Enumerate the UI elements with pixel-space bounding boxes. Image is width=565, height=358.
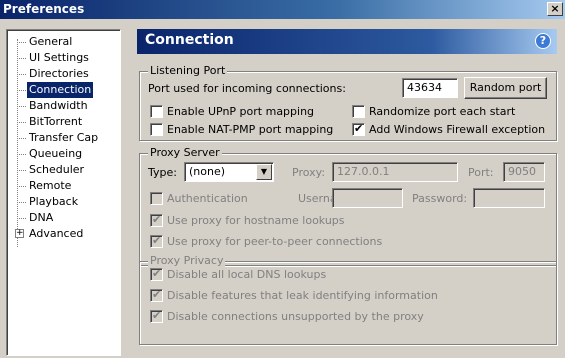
checkmark-icon: ✔ bbox=[152, 213, 162, 226]
tree-branch bbox=[15, 114, 26, 130]
password-label: Password: bbox=[412, 192, 468, 205]
proxy-host-label: Proxy: bbox=[292, 166, 326, 179]
help-icon[interactable]: ? bbox=[535, 33, 551, 49]
tree-branch bbox=[15, 82, 26, 98]
tree-branch bbox=[15, 98, 26, 114]
page-title: Connection bbox=[145, 32, 234, 48]
sidebar-item-label: Advanced bbox=[29, 227, 84, 240]
tree-branch bbox=[15, 50, 26, 66]
close-button[interactable]: × bbox=[547, 2, 563, 16]
port-label: Port used for incoming connections: bbox=[148, 82, 346, 95]
disable-leak-features-label: Disable features that leak identifying i… bbox=[167, 289, 438, 302]
group-legend: Listening Port bbox=[148, 64, 228, 77]
listening-port-group: Listening Port Port used for incoming co… bbox=[139, 64, 557, 141]
disable-unsupported-checkbox[interactable]: ✔ bbox=[150, 309, 163, 323]
natpmp-label: Enable NAT-PMP port mapping bbox=[167, 123, 334, 136]
chevron-down-icon[interactable]: ▼ bbox=[256, 164, 272, 180]
proxy-type-value: (none) bbox=[189, 165, 226, 178]
proxy-type-label: Type: bbox=[148, 166, 177, 179]
firewall-label: Add Windows Firewall exception bbox=[369, 123, 546, 136]
disable-dns-checkbox[interactable]: ✔ bbox=[150, 267, 163, 281]
proxy-server-group: Proxy Server Type: (none) ▼ Proxy: 127.0… bbox=[139, 146, 557, 266]
checkmark-icon: ✔ bbox=[152, 288, 162, 301]
sidebar-item-label: Playback bbox=[29, 195, 79, 208]
page-header: Connection ? bbox=[137, 29, 557, 54]
dialog-body: General UI Settings Directories Connecti… bbox=[0, 19, 565, 358]
sidebar-item-label: Directories bbox=[29, 67, 89, 80]
sidebar-item-label: DNA bbox=[29, 211, 54, 224]
checkmark-icon: ✔ bbox=[354, 122, 364, 135]
proxy-port-label: Port: bbox=[468, 166, 494, 179]
tree-branch bbox=[15, 66, 26, 82]
randomize-port-label: Randomize port each start bbox=[369, 105, 516, 118]
tree-branch bbox=[15, 34, 26, 50]
natpmp-checkbox[interactable] bbox=[150, 123, 163, 136]
sidebar-item-label: General bbox=[29, 35, 73, 48]
username-input[interactable] bbox=[332, 188, 403, 208]
tree-branch bbox=[15, 210, 26, 226]
checkmark-icon: ✔ bbox=[152, 267, 162, 280]
sidebar-item-label: BitTorrent bbox=[29, 115, 83, 128]
sidebar-item-label: Queueing bbox=[29, 147, 83, 160]
tree-branch bbox=[15, 146, 26, 162]
sidebar-item-label: Bandwidth bbox=[29, 99, 88, 112]
proxy-hostname-checkbox[interactable]: ✔ bbox=[150, 213, 163, 227]
upnp-label: Enable UPnP port mapping bbox=[167, 105, 315, 118]
sidebar-item-label: Transfer Cap bbox=[29, 131, 99, 144]
password-input[interactable] bbox=[473, 188, 545, 208]
category-tree[interactable]: General UI Settings Directories Connecti… bbox=[6, 29, 121, 356]
firewall-checkbox[interactable]: ✔ bbox=[352, 122, 365, 136]
sidebar-item-label: Scheduler bbox=[29, 163, 85, 176]
group-legend: Proxy Privacy bbox=[148, 254, 226, 267]
expand-plus-icon[interactable]: + bbox=[15, 229, 24, 238]
random-port-button[interactable]: Random port bbox=[464, 77, 547, 99]
title-bar: Preferences × bbox=[0, 0, 565, 19]
authentication-checkbox[interactable] bbox=[150, 192, 163, 205]
checkmark-icon: ✔ bbox=[152, 309, 162, 322]
disable-leak-features-checkbox[interactable]: ✔ bbox=[150, 288, 163, 302]
disable-dns-label: Disable all local DNS lookups bbox=[167, 268, 327, 281]
proxy-p2p-label: Use proxy for peer-to-peer connections bbox=[167, 235, 383, 248]
proxy-privacy-group: Proxy Privacy ✔ Disable all local DNS lo… bbox=[139, 254, 557, 345]
sidebar-item-label: Connection bbox=[27, 82, 94, 98]
checkmark-icon: ✔ bbox=[152, 234, 162, 247]
window-title: Preferences bbox=[3, 2, 85, 16]
authentication-label: Authentication bbox=[167, 192, 248, 205]
group-legend: Proxy Server bbox=[148, 146, 222, 159]
disable-unsupported-label: Disable connections unsupported by the p… bbox=[167, 310, 424, 323]
sidebar-item-label: UI Settings bbox=[29, 51, 89, 64]
proxy-hostname-label: Use proxy for hostname lookups bbox=[167, 214, 345, 227]
sidebar-item-label: Remote bbox=[29, 179, 72, 192]
tree-branch bbox=[15, 178, 26, 194]
randomize-port-checkbox[interactable] bbox=[352, 105, 365, 118]
tree-branch bbox=[15, 130, 26, 146]
proxy-port-input[interactable]: 9050 bbox=[503, 162, 545, 182]
proxy-p2p-checkbox[interactable]: ✔ bbox=[150, 234, 163, 248]
proxy-type-select[interactable]: (none) ▼ bbox=[184, 162, 274, 182]
tree-branch bbox=[15, 194, 26, 210]
tree-branch bbox=[15, 162, 26, 178]
upnp-checkbox[interactable] bbox=[150, 105, 163, 118]
proxy-host-input[interactable]: 127.0.0.1 bbox=[332, 162, 458, 182]
port-input[interactable]: 43634 bbox=[402, 78, 458, 98]
